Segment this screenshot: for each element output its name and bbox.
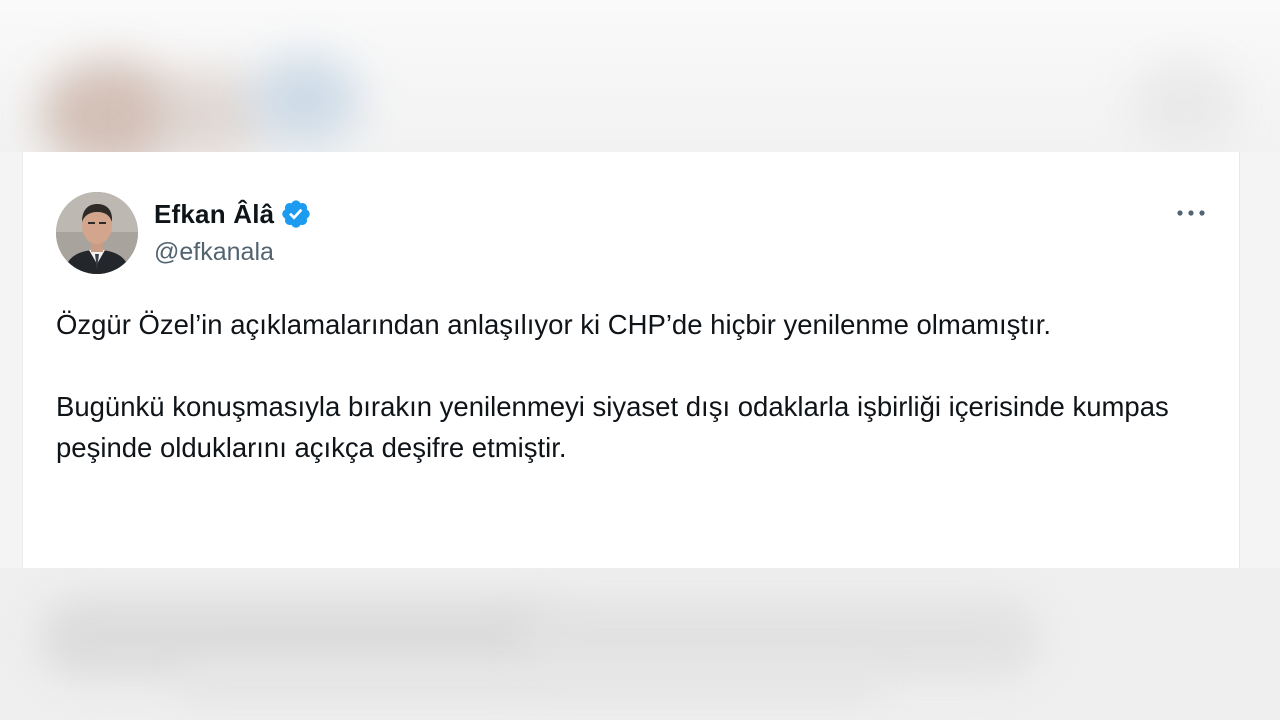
tweet-card: Efkan Âlâ @efkanala Özgür Özel’in açıkla… bbox=[22, 152, 1240, 568]
blurred-shape bbox=[180, 663, 880, 703]
tweet-paragraph: Bugünkü konuşmasıyla bırakın yenilenmeyi… bbox=[56, 391, 1169, 463]
blurred-shape bbox=[250, 55, 360, 145]
blurred-bottom-background bbox=[0, 568, 1280, 720]
profile-photo-icon bbox=[56, 192, 138, 274]
blurred-shape bbox=[1130, 60, 1240, 150]
blurred-top-background bbox=[0, 0, 1280, 152]
more-options-button[interactable] bbox=[1171, 198, 1211, 228]
verified-badge-icon[interactable] bbox=[280, 198, 312, 230]
author-handle[interactable]: @efkanala bbox=[154, 238, 274, 267]
tweet-text: Özgür Özel’in açıklamalarından anlaşılıy… bbox=[56, 304, 1216, 468]
more-options-icon bbox=[1177, 210, 1205, 216]
author-name-row: Efkan Âlâ bbox=[154, 196, 312, 232]
tweet-paragraph: Özgür Özel’in açıklamalarından anlaşılıy… bbox=[56, 309, 1051, 340]
screenshot-stage: Efkan Âlâ @efkanala Özgür Özel’in açıkla… bbox=[0, 0, 1280, 720]
author-name[interactable]: Efkan Âlâ bbox=[154, 199, 274, 230]
avatar[interactable] bbox=[56, 192, 138, 274]
